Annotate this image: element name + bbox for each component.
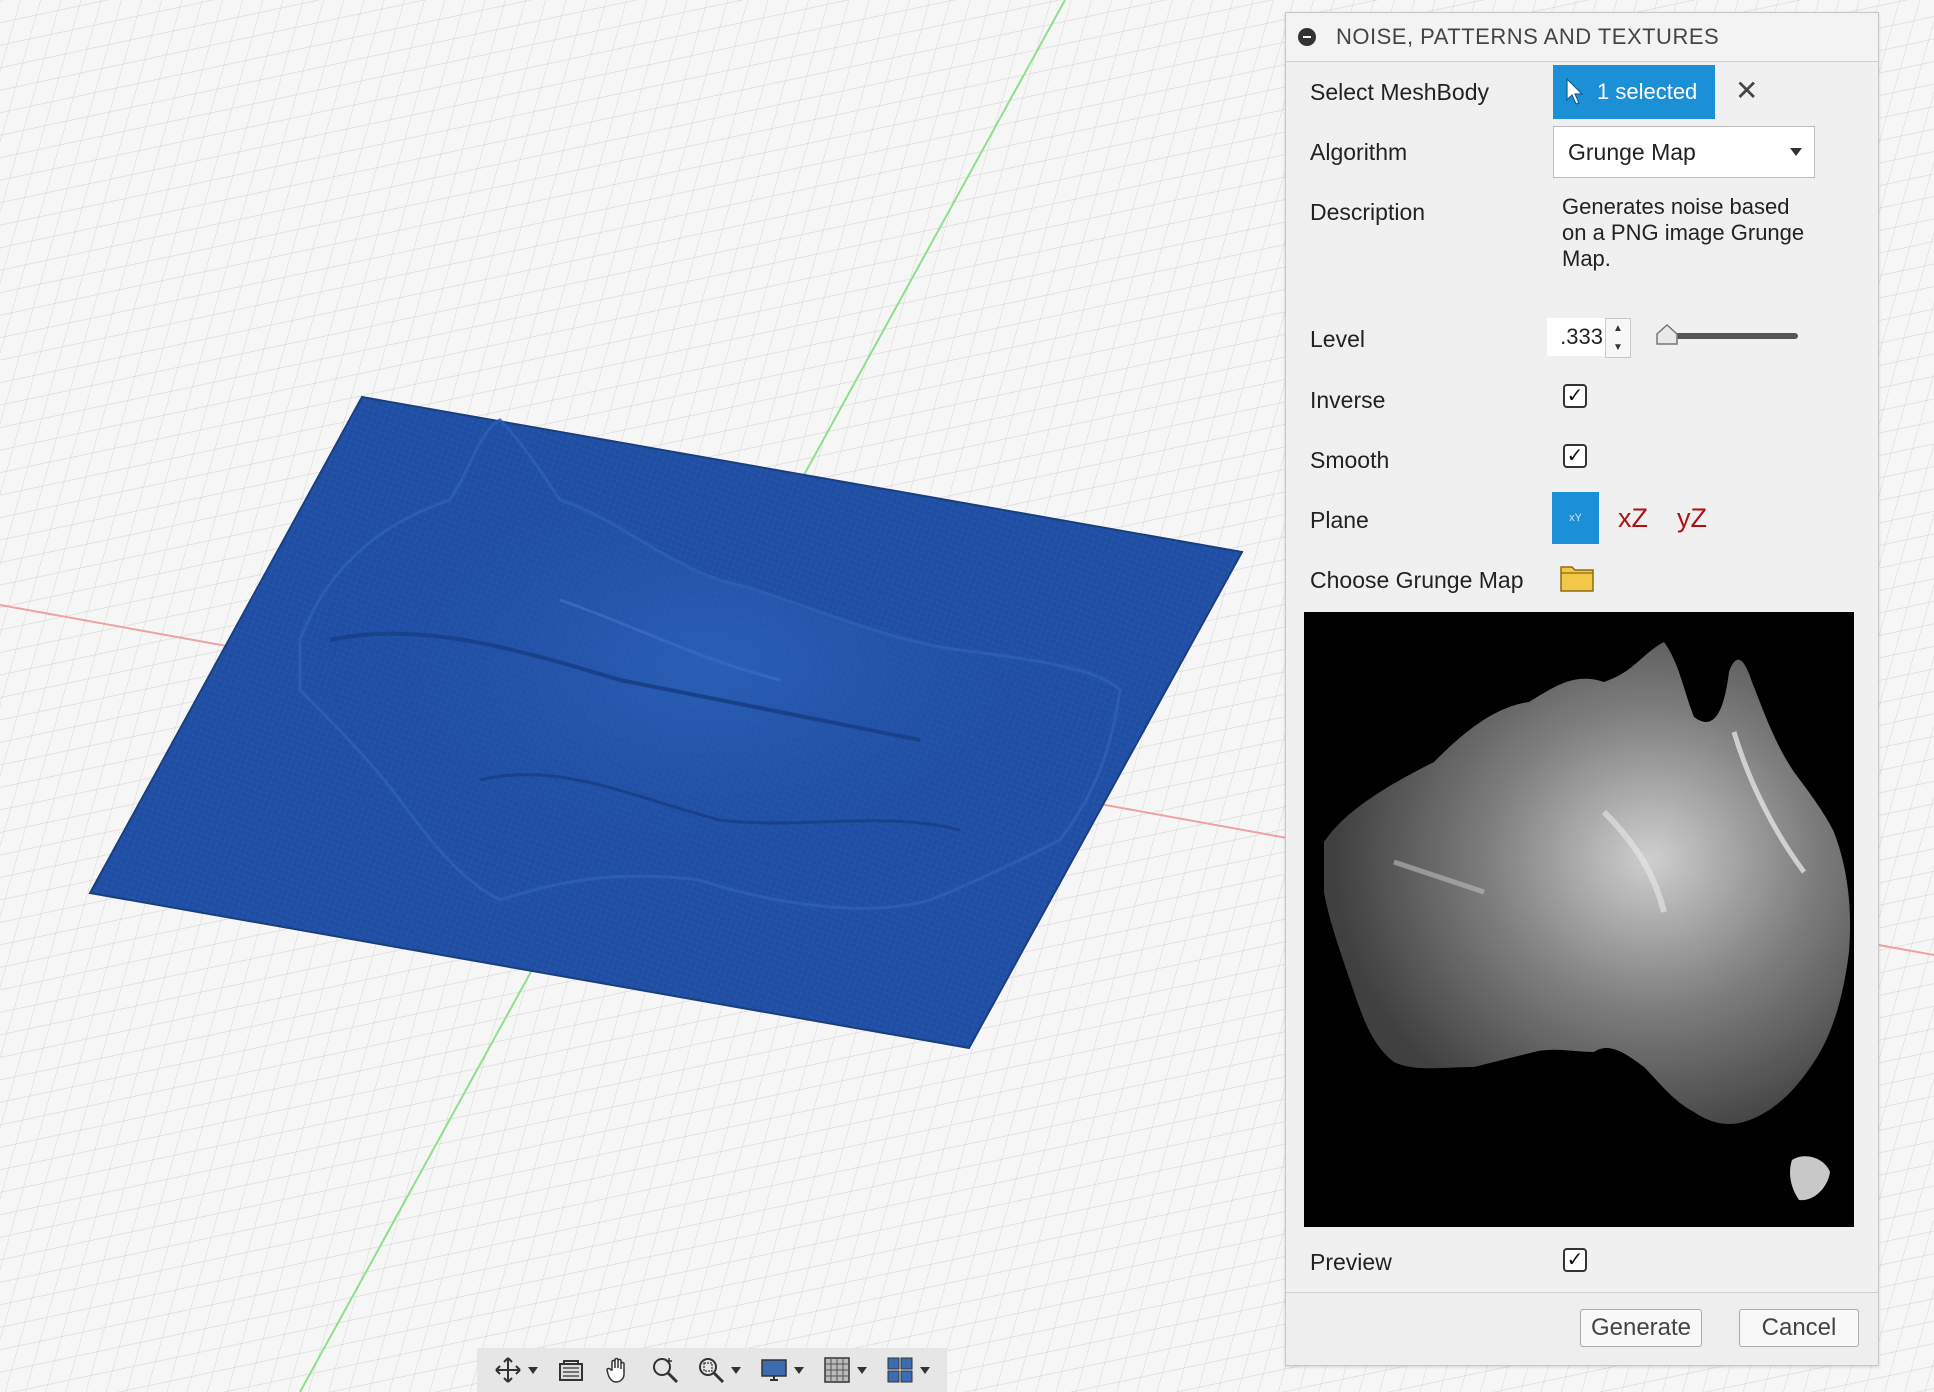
select-meshbody-value: 1 selected [1597,79,1698,104]
viewports-icon [887,1357,913,1383]
preview-label: Preview [1310,1249,1392,1275]
pan-tool[interactable] [604,1356,632,1384]
select-meshbody-label: Select MeshBody [1310,79,1489,105]
cancel-button[interactable]: Cancel [1739,1309,1859,1347]
fit-icon [699,1358,725,1384]
level-label: Level [1310,326,1365,352]
plane-label: Plane [1310,507,1369,533]
cursor-arrow-icon [1566,78,1584,105]
display-settings-tool[interactable] [760,1356,805,1384]
inverse-label: Inverse [1310,387,1386,413]
display-settings-icon [761,1359,787,1381]
level-stepper[interactable]: ▲ ▼ [1605,318,1631,358]
slider-thumb[interactable] [1654,322,1680,348]
chevron-down-icon[interactable] [919,1366,930,1374]
look-at-icon [559,1360,584,1381]
pan-icon [606,1357,625,1383]
dialog-header: NOISE, PATTERNS AND TEXTURES [1286,13,1878,62]
dialog-footer: Generate Cancel [1286,1292,1878,1365]
choose-grunge-map-label: Choose Grunge Map [1310,567,1524,593]
plane-xy-option[interactable]: xY [1552,492,1599,544]
description-label: Description [1310,199,1426,225]
look-at-tool[interactable] [557,1356,585,1384]
orbit-tool[interactable] [494,1356,539,1384]
chevron-down-icon[interactable] [856,1366,867,1374]
select-meshbody-button[interactable]: 1 selected [1553,65,1715,119]
inverse-checkbox[interactable]: ✓ [1563,384,1587,408]
grunge-map-preview [1304,612,1854,1227]
navigation-toolbar [477,1348,947,1392]
checkmark-icon: ✓ [1566,385,1584,407]
checkmark-icon: ✓ [1566,445,1584,467]
zoom-tool[interactable] [651,1356,679,1384]
collapse-icon[interactable] [1298,28,1316,46]
plane-xz-option[interactable]: xZ [1618,503,1648,534]
orbit-icon [495,1357,522,1383]
folder-icon[interactable] [1560,562,1594,592]
description-text: Generates noise based on a PNG image Gru… [1562,194,1805,271]
checkmark-icon: ✓ [1566,1249,1584,1271]
grid-settings-icon [824,1357,850,1383]
dialog-title: NOISE, PATTERNS AND TEXTURES [1336,24,1720,49]
fit-tool[interactable] [697,1356,742,1384]
viewports-tool[interactable] [886,1356,930,1384]
algorithm-label: Algorithm [1310,139,1408,165]
step-up-icon[interactable]: ▲ [1606,319,1630,338]
plane-yz-option[interactable]: yZ [1677,503,1707,534]
chevron-down-icon[interactable] [731,1366,742,1374]
level-input[interactable]: .333 [1547,318,1607,356]
algorithm-value: Grunge Map [1568,138,1696,165]
preview-checkbox[interactable]: ✓ [1563,1248,1587,1272]
level-slider[interactable] [1648,322,1798,350]
chevron-down-icon[interactable] [794,1366,805,1374]
chevron-down-icon [1790,148,1802,156]
algorithm-select[interactable]: Grunge Map [1553,126,1815,178]
clear-selection-icon[interactable]: ✕ [1735,74,1758,107]
smooth-checkbox[interactable]: ✓ [1563,444,1587,468]
step-down-icon[interactable]: ▼ [1606,338,1630,357]
smooth-label: Smooth [1310,447,1390,473]
generate-button[interactable]: Generate [1580,1309,1702,1347]
zoom-icon [652,1358,678,1384]
grid-settings-tool[interactable] [823,1356,867,1384]
chevron-down-icon[interactable] [528,1366,539,1374]
